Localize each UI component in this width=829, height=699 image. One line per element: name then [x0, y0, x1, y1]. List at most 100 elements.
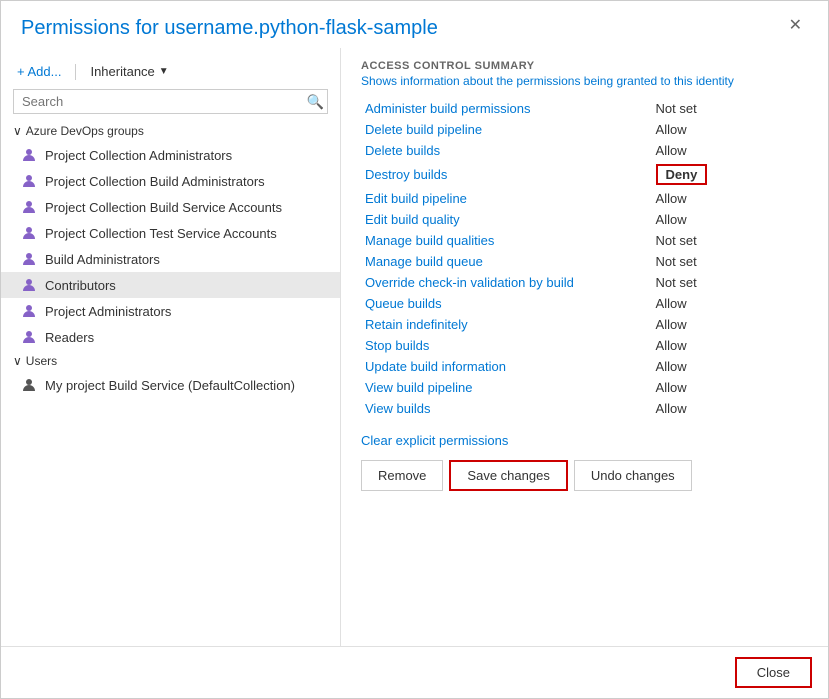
search-input[interactable]: [13, 89, 328, 114]
group-icon: [21, 277, 37, 293]
undo-changes-button[interactable]: Undo changes: [574, 460, 692, 491]
permission-value: Allow: [652, 119, 808, 140]
list-item-contributors[interactable]: Contributors: [1, 272, 340, 298]
permission-name[interactable]: Edit build pipeline: [361, 188, 652, 209]
permission-name[interactable]: Manage build queue: [361, 251, 652, 272]
table-row: Update build information Allow: [361, 356, 808, 377]
dialog-title: Permissions for username.python-flask-sa…: [21, 17, 438, 40]
permission-value: Allow: [652, 209, 808, 230]
groups-chevron-icon: ∨: [13, 124, 22, 138]
permission-name[interactable]: View build pipeline: [361, 377, 652, 398]
list-item[interactable]: Project Collection Build Service Account…: [1, 194, 340, 220]
azure-devops-groups-header[interactable]: ∨ Azure DevOps groups: [1, 120, 340, 142]
title-static: Permissions for: [21, 17, 164, 39]
group-item-label: Project Administrators: [45, 304, 171, 319]
permission-value: Allow: [652, 356, 808, 377]
inheritance-button[interactable]: Inheritance ▼: [86, 62, 172, 81]
list-item[interactable]: Project Collection Administrators: [1, 142, 340, 168]
action-buttons: Remove Save changes Undo changes: [361, 460, 808, 491]
group-item-label: Project Collection Test Service Accounts: [45, 226, 277, 241]
permissions-table: Administer build permissions Not set Del…: [361, 98, 808, 419]
table-row: View build pipeline Allow: [361, 377, 808, 398]
title-link: username.python-flask-sample: [164, 17, 437, 39]
table-row: Delete builds Allow: [361, 140, 808, 161]
search-box: 🔍: [13, 89, 328, 114]
clear-explicit-permissions-link[interactable]: Clear explicit permissions: [361, 433, 808, 448]
group-icon: [21, 173, 37, 189]
table-row: Stop builds Allow: [361, 335, 808, 356]
groups-list: Project Collection Administrators Projec…: [1, 142, 340, 350]
permission-value: Allow: [652, 314, 808, 335]
table-row: Administer build permissions Not set: [361, 98, 808, 119]
user-icon: [21, 377, 37, 393]
dialog-header: Permissions for username.python-flask-sa…: [1, 1, 828, 48]
list-item[interactable]: Project Collection Build Administrators: [1, 168, 340, 194]
permission-value: Not set: [652, 230, 808, 251]
acs-subtitle: Shows information about the permissions …: [361, 74, 808, 88]
group-item-label: Contributors: [45, 278, 116, 293]
group-item-label: Build Administrators: [45, 252, 160, 267]
permission-value-deny: Deny: [652, 161, 808, 188]
table-row: Retain indefinitely Allow: [361, 314, 808, 335]
users-chevron-icon: ∨: [13, 354, 22, 368]
list-item[interactable]: Project Collection Test Service Accounts: [1, 220, 340, 246]
users-section-header[interactable]: ∨ Users: [1, 350, 340, 372]
permission-value: Allow: [652, 335, 808, 356]
close-button[interactable]: Close: [735, 657, 812, 688]
permission-name[interactable]: Retain indefinitely: [361, 314, 652, 335]
permission-name[interactable]: Queue builds: [361, 293, 652, 314]
permission-name[interactable]: Stop builds: [361, 335, 652, 356]
groups-label: Azure DevOps groups: [26, 124, 144, 138]
list-item[interactable]: Readers: [1, 324, 340, 350]
permission-name[interactable]: Administer build permissions: [361, 98, 652, 119]
search-icon[interactable]: 🔍: [307, 93, 324, 110]
permission-name[interactable]: Destroy builds: [361, 161, 652, 188]
table-row: Edit build pipeline Allow: [361, 188, 808, 209]
permission-value: Not set: [652, 251, 808, 272]
inheritance-label: Inheritance: [90, 64, 154, 79]
list-item[interactable]: Build Administrators: [1, 246, 340, 272]
group-icon: [21, 225, 37, 241]
toolbar-divider: [75, 64, 76, 80]
group-icon: [21, 329, 37, 345]
chevron-down-icon: ▼: [159, 66, 169, 77]
list-item[interactable]: Project Administrators: [1, 298, 340, 324]
group-icon: [21, 199, 37, 215]
permission-value: Allow: [652, 188, 808, 209]
permission-name[interactable]: Edit build quality: [361, 209, 652, 230]
table-row: Queue builds Allow: [361, 293, 808, 314]
users-label: Users: [26, 354, 57, 368]
permission-value: Allow: [652, 293, 808, 314]
add-button[interactable]: + Add...: [13, 62, 65, 81]
permission-name[interactable]: Update build information: [361, 356, 652, 377]
acs-title: ACCESS CONTROL SUMMARY: [361, 60, 808, 72]
permission-name[interactable]: Manage build qualities: [361, 230, 652, 251]
group-item-label: Project Collection Administrators: [45, 148, 232, 163]
permission-name[interactable]: Delete build pipeline: [361, 119, 652, 140]
dialog-footer: Close: [1, 646, 828, 698]
group-item-label: Project Collection Build Service Account…: [45, 200, 282, 215]
remove-button[interactable]: Remove: [361, 460, 443, 491]
table-row: Manage build queue Not set: [361, 251, 808, 272]
permission-value: Allow: [652, 140, 808, 161]
permission-name[interactable]: Override check-in validation by build: [361, 272, 652, 293]
dialog-close-x-button[interactable]: ✕: [783, 13, 808, 37]
permission-name[interactable]: Delete builds: [361, 140, 652, 161]
left-panel: + Add... Inheritance ▼ 🔍 ∨ Azure DevOps …: [1, 48, 341, 646]
table-row: Edit build quality Allow: [361, 209, 808, 230]
permissions-dialog: Permissions for username.python-flask-sa…: [0, 0, 829, 699]
group-item-label: Readers: [45, 330, 94, 345]
permission-value: Not set: [652, 272, 808, 293]
toolbar: + Add... Inheritance ▼: [1, 58, 340, 89]
table-row: Override check-in validation by build No…: [361, 272, 808, 293]
table-row: Manage build qualities Not set: [361, 230, 808, 251]
save-changes-button[interactable]: Save changes: [449, 460, 567, 491]
permission-value: Allow: [652, 377, 808, 398]
permission-value: Not set: [652, 98, 808, 119]
group-item-label: Project Collection Build Administrators: [45, 174, 265, 189]
permission-name[interactable]: View builds: [361, 398, 652, 419]
list-item[interactable]: My project Build Service (DefaultCollect…: [1, 372, 340, 398]
dialog-body: + Add... Inheritance ▼ 🔍 ∨ Azure DevOps …: [1, 48, 828, 646]
group-icon: [21, 251, 37, 267]
users-list: My project Build Service (DefaultCollect…: [1, 372, 340, 398]
